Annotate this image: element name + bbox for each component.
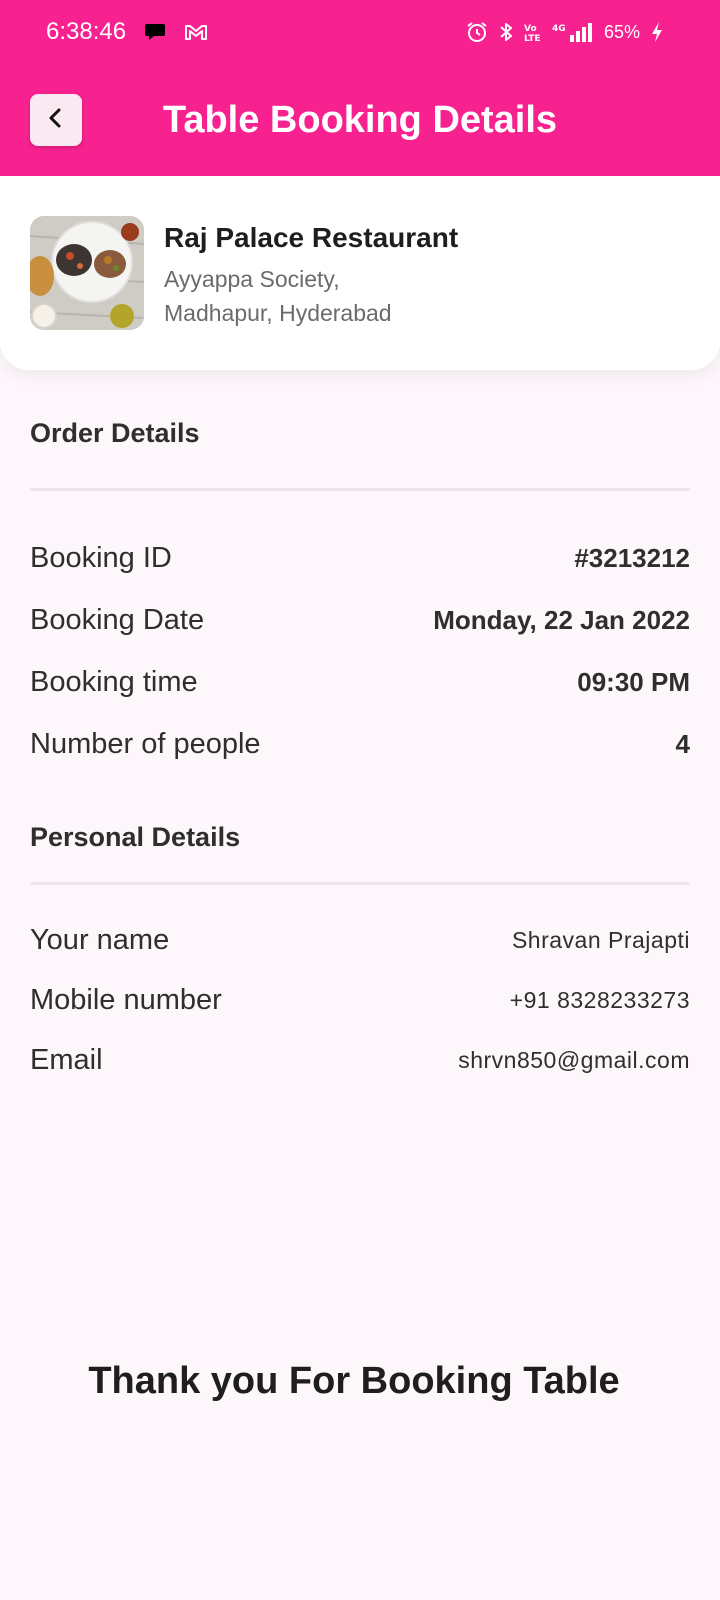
app-bar: Table Booking Details (0, 64, 720, 176)
bluetooth-icon (498, 21, 514, 43)
svg-text:Vo: Vo (524, 24, 537, 34)
volte-icon: Vo LTE (524, 21, 542, 43)
thank-you-message: Thank you For Booking Table (88, 1360, 620, 1402)
booking-time-row: Booking time 09:30 PM (30, 662, 690, 702)
status-time: 6:38:46 (46, 18, 127, 45)
booking-id-row: Booking ID #3213212 (30, 538, 690, 578)
page-title: Table Booking Details (162, 98, 558, 141)
booking-date-label: Booking Date (30, 603, 205, 636)
people-count-row: Number of people 4 (30, 724, 690, 764)
address-line-1: Ayyappa Society, (164, 266, 340, 292)
status-left: 6:38:46 (46, 18, 208, 46)
booking-time-value: 09:30 PM (577, 666, 690, 697)
svg-text:LTE: LTE (524, 34, 541, 43)
booking-id-value: #3213212 (574, 542, 690, 573)
email-label: Email (30, 1043, 103, 1076)
personal-details-title: Personal Details (30, 822, 241, 852)
status-bar: 6:38:46 Vo LTE 4G 65% (0, 0, 720, 64)
chat-bubble-icon (144, 22, 166, 42)
restaurant-address: Ayyappa Society, Madhapur, Hyderabad (164, 262, 464, 330)
order-details-title: Order Details (30, 418, 200, 448)
back-button[interactable] (30, 94, 82, 146)
order-details-divider (30, 488, 690, 491)
personal-details-divider (30, 882, 690, 885)
email-value: shrvn850@gmail.com (458, 1046, 690, 1073)
chevron-left-icon (44, 106, 68, 135)
signal-icon: 4G (552, 21, 594, 43)
email-row: Email shrvn850@gmail.com (30, 1040, 690, 1080)
gmail-icon (184, 23, 208, 41)
mobile-value: +91 8328233273 (509, 986, 690, 1013)
alarm-icon (466, 21, 488, 43)
status-right: Vo LTE 4G 65% (466, 21, 664, 43)
mobile-row: Mobile number +91 8328233273 (30, 980, 690, 1020)
restaurant-image (30, 216, 144, 330)
restaurant-card[interactable]: Raj Palace Restaurant Ayyappa Society, M… (0, 176, 720, 370)
booking-date-row: Booking Date Monday, 22 Jan 2022 (30, 600, 690, 640)
people-count-label: Number of people (30, 727, 261, 760)
battery-percent: 65% (603, 21, 640, 42)
booking-date-value: Monday, 22 Jan 2022 (433, 604, 690, 635)
mobile-label: Mobile number (30, 983, 222, 1016)
booking-time-label: Booking time (30, 665, 198, 698)
booking-id-label: Booking ID (30, 541, 172, 574)
address-line-2: Madhapur, Hyderabad (164, 300, 392, 326)
restaurant-name: Raj Palace Restaurant (164, 222, 459, 253)
name-value: Shravan Prajapti (511, 926, 690, 953)
svg-text:4G: 4G (552, 24, 566, 34)
name-label: Your name (30, 923, 170, 956)
people-count-value: 4 (675, 728, 690, 759)
name-row: Your name Shravan Prajapti (30, 920, 690, 960)
battery-charging-icon (650, 21, 664, 43)
